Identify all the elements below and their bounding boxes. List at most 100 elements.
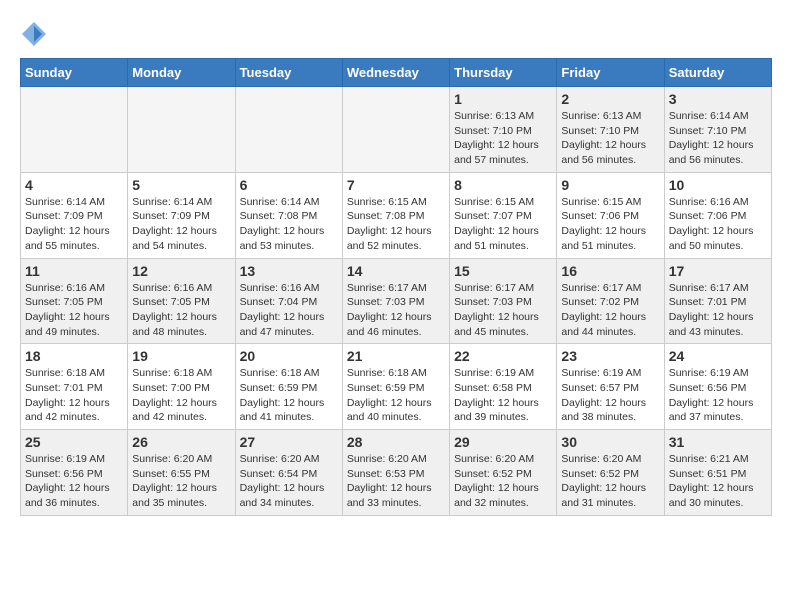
day-info: Sunrise: 6:16 AM Sunset: 7:05 PM Dayligh…	[132, 281, 230, 340]
calendar-day-cell	[342, 87, 449, 173]
day-number: 17	[669, 263, 767, 279]
calendar-day-cell: 30 Sunrise: 6:20 AM Sunset: 6:52 PM Dayli…	[557, 430, 664, 516]
day-number: 30	[561, 434, 659, 450]
weekday-header-cell: Tuesday	[235, 59, 342, 87]
day-number: 25	[25, 434, 123, 450]
day-info: Sunrise: 6:20 AM Sunset: 6:52 PM Dayligh…	[561, 452, 659, 511]
calendar-day-cell: 5 Sunrise: 6:14 AM Sunset: 7:09 PM Daylig…	[128, 172, 235, 258]
day-number: 18	[25, 348, 123, 364]
day-number: 4	[25, 177, 123, 193]
day-info: Sunrise: 6:20 AM Sunset: 6:55 PM Dayligh…	[132, 452, 230, 511]
calendar-day-cell: 11 Sunrise: 6:16 AM Sunset: 7:05 PM Dayli…	[21, 258, 128, 344]
calendar-day-cell: 20Sunrise: 6:18 AM Sunset: 6:59 PM Dayli…	[235, 344, 342, 430]
day-info: Sunrise: 6:14 AM Sunset: 7:10 PM Dayligh…	[669, 109, 767, 168]
calendar-day-cell	[235, 87, 342, 173]
calendar-body: 1 Sunrise: 6:13 AM Sunset: 7:10 PM Daylig…	[21, 87, 772, 516]
day-info: Sunrise: 6:15 AM Sunset: 7:07 PM Dayligh…	[454, 195, 552, 254]
weekday-header-cell: Saturday	[664, 59, 771, 87]
calendar-day-cell: 19 Sunrise: 6:18 AM Sunset: 7:00 PM Dayli…	[128, 344, 235, 430]
calendar-week-row: 18 Sunrise: 6:18 AM Sunset: 7:01 PM Dayli…	[21, 344, 772, 430]
calendar-week-row: 4 Sunrise: 6:14 AM Sunset: 7:09 PM Daylig…	[21, 172, 772, 258]
calendar-day-cell: 18 Sunrise: 6:18 AM Sunset: 7:01 PM Dayli…	[21, 344, 128, 430]
calendar-day-cell: 28 Sunrise: 6:20 AM Sunset: 6:53 PM Dayli…	[342, 430, 449, 516]
day-number: 31	[669, 434, 767, 450]
day-number: 5	[132, 177, 230, 193]
day-info: Sunrise: 6:18 AM Sunset: 7:01 PM Dayligh…	[25, 366, 123, 425]
day-info: Sunrise: 6:15 AM Sunset: 7:08 PM Dayligh…	[347, 195, 445, 254]
calendar-day-cell: 3 Sunrise: 6:14 AM Sunset: 7:10 PM Daylig…	[664, 87, 771, 173]
day-info: Sunrise: 6:16 AM Sunset: 7:05 PM Dayligh…	[25, 281, 123, 340]
calendar-day-cell: 1 Sunrise: 6:13 AM Sunset: 7:10 PM Daylig…	[450, 87, 557, 173]
calendar-day-cell: 2 Sunrise: 6:13 AM Sunset: 7:10 PM Daylig…	[557, 87, 664, 173]
day-number: 26	[132, 434, 230, 450]
day-number: 16	[561, 263, 659, 279]
day-number: 28	[347, 434, 445, 450]
logo	[20, 20, 50, 48]
day-number: 1	[454, 91, 552, 107]
day-number: 3	[669, 91, 767, 107]
calendar-day-cell	[21, 87, 128, 173]
calendar-day-cell: 26 Sunrise: 6:20 AM Sunset: 6:55 PM Dayli…	[128, 430, 235, 516]
weekday-header-row: SundayMondayTuesdayWednesdayThursdayFrid…	[21, 59, 772, 87]
day-info: Sunrise: 6:21 AM Sunset: 6:51 PM Dayligh…	[669, 452, 767, 511]
calendar-day-cell: 31 Sunrise: 6:21 AM Sunset: 6:51 PM Dayli…	[664, 430, 771, 516]
day-info: Sunrise: 6:18 AM Sunset: 6:59 PM Dayligh…	[240, 366, 338, 425]
day-info: Sunrise: 6:17 AM Sunset: 7:03 PM Dayligh…	[454, 281, 552, 340]
day-info: Sunrise: 6:14 AM Sunset: 7:09 PM Dayligh…	[132, 195, 230, 254]
calendar-day-cell: 22Sunrise: 6:19 AM Sunset: 6:58 PM Dayli…	[450, 344, 557, 430]
day-info: Sunrise: 6:19 AM Sunset: 6:57 PM Dayligh…	[561, 366, 659, 425]
day-info: Sunrise: 6:18 AM Sunset: 7:00 PM Dayligh…	[132, 366, 230, 425]
calendar-week-row: 1 Sunrise: 6:13 AM Sunset: 7:10 PM Daylig…	[21, 87, 772, 173]
day-info: Sunrise: 6:20 AM Sunset: 6:54 PM Dayligh…	[240, 452, 338, 511]
calendar-day-cell: 4 Sunrise: 6:14 AM Sunset: 7:09 PM Daylig…	[21, 172, 128, 258]
day-number: 2	[561, 91, 659, 107]
weekday-header-cell: Monday	[128, 59, 235, 87]
day-info: Sunrise: 6:17 AM Sunset: 7:01 PM Dayligh…	[669, 281, 767, 340]
day-info: Sunrise: 6:14 AM Sunset: 7:09 PM Dayligh…	[25, 195, 123, 254]
calendar-day-cell: 14 Sunrise: 6:17 AM Sunset: 7:03 PM Dayli…	[342, 258, 449, 344]
day-info: Sunrise: 6:14 AM Sunset: 7:08 PM Dayligh…	[240, 195, 338, 254]
calendar-day-cell: 10 Sunrise: 6:16 AM Sunset: 7:06 PM Dayli…	[664, 172, 771, 258]
calendar-day-cell: 13 Sunrise: 6:16 AM Sunset: 7:04 PM Dayli…	[235, 258, 342, 344]
day-number: 19	[132, 348, 230, 364]
calendar-day-cell: 16Sunrise: 6:17 AM Sunset: 7:02 PM Dayli…	[557, 258, 664, 344]
calendar-day-cell: 8 Sunrise: 6:15 AM Sunset: 7:07 PM Daylig…	[450, 172, 557, 258]
day-info: Sunrise: 6:16 AM Sunset: 7:06 PM Dayligh…	[669, 195, 767, 254]
day-number: 12	[132, 263, 230, 279]
weekday-header-cell: Thursday	[450, 59, 557, 87]
page-header	[20, 20, 772, 48]
day-number: 14	[347, 263, 445, 279]
day-number: 8	[454, 177, 552, 193]
day-info: Sunrise: 6:17 AM Sunset: 7:03 PM Dayligh…	[347, 281, 445, 340]
day-number: 15	[454, 263, 552, 279]
calendar-day-cell: 27Sunrise: 6:20 AM Sunset: 6:54 PM Dayli…	[235, 430, 342, 516]
calendar-day-cell: 21 Sunrise: 6:18 AM Sunset: 6:59 PM Dayli…	[342, 344, 449, 430]
day-number: 11	[25, 263, 123, 279]
day-info: Sunrise: 6:13 AM Sunset: 7:10 PM Dayligh…	[454, 109, 552, 168]
calendar-day-cell: 24Sunrise: 6:19 AM Sunset: 6:56 PM Dayli…	[664, 344, 771, 430]
day-info: Sunrise: 6:13 AM Sunset: 7:10 PM Dayligh…	[561, 109, 659, 168]
calendar-day-cell: 17 Sunrise: 6:17 AM Sunset: 7:01 PM Dayli…	[664, 258, 771, 344]
calendar-day-cell: 6 Sunrise: 6:14 AM Sunset: 7:08 PM Daylig…	[235, 172, 342, 258]
day-number: 6	[240, 177, 338, 193]
day-number: 23	[561, 348, 659, 364]
day-number: 24	[669, 348, 767, 364]
weekday-header-cell: Friday	[557, 59, 664, 87]
day-number: 21	[347, 348, 445, 364]
day-number: 13	[240, 263, 338, 279]
day-number: 10	[669, 177, 767, 193]
day-number: 22	[454, 348, 552, 364]
calendar-day-cell: 12 Sunrise: 6:16 AM Sunset: 7:05 PM Dayli…	[128, 258, 235, 344]
day-info: Sunrise: 6:16 AM Sunset: 7:04 PM Dayligh…	[240, 281, 338, 340]
calendar-week-row: 11 Sunrise: 6:16 AM Sunset: 7:05 PM Dayli…	[21, 258, 772, 344]
weekday-header-cell: Sunday	[21, 59, 128, 87]
day-number: 29	[454, 434, 552, 450]
day-info: Sunrise: 6:20 AM Sunset: 6:53 PM Dayligh…	[347, 452, 445, 511]
day-info: Sunrise: 6:15 AM Sunset: 7:06 PM Dayligh…	[561, 195, 659, 254]
calendar-day-cell: 7Sunrise: 6:15 AM Sunset: 7:08 PM Daylig…	[342, 172, 449, 258]
day-number: 9	[561, 177, 659, 193]
calendar-day-cell: 25Sunrise: 6:19 AM Sunset: 6:56 PM Dayli…	[21, 430, 128, 516]
logo-icon	[20, 20, 48, 48]
day-info: Sunrise: 6:18 AM Sunset: 6:59 PM Dayligh…	[347, 366, 445, 425]
calendar-day-cell: 9 Sunrise: 6:15 AM Sunset: 7:06 PM Daylig…	[557, 172, 664, 258]
